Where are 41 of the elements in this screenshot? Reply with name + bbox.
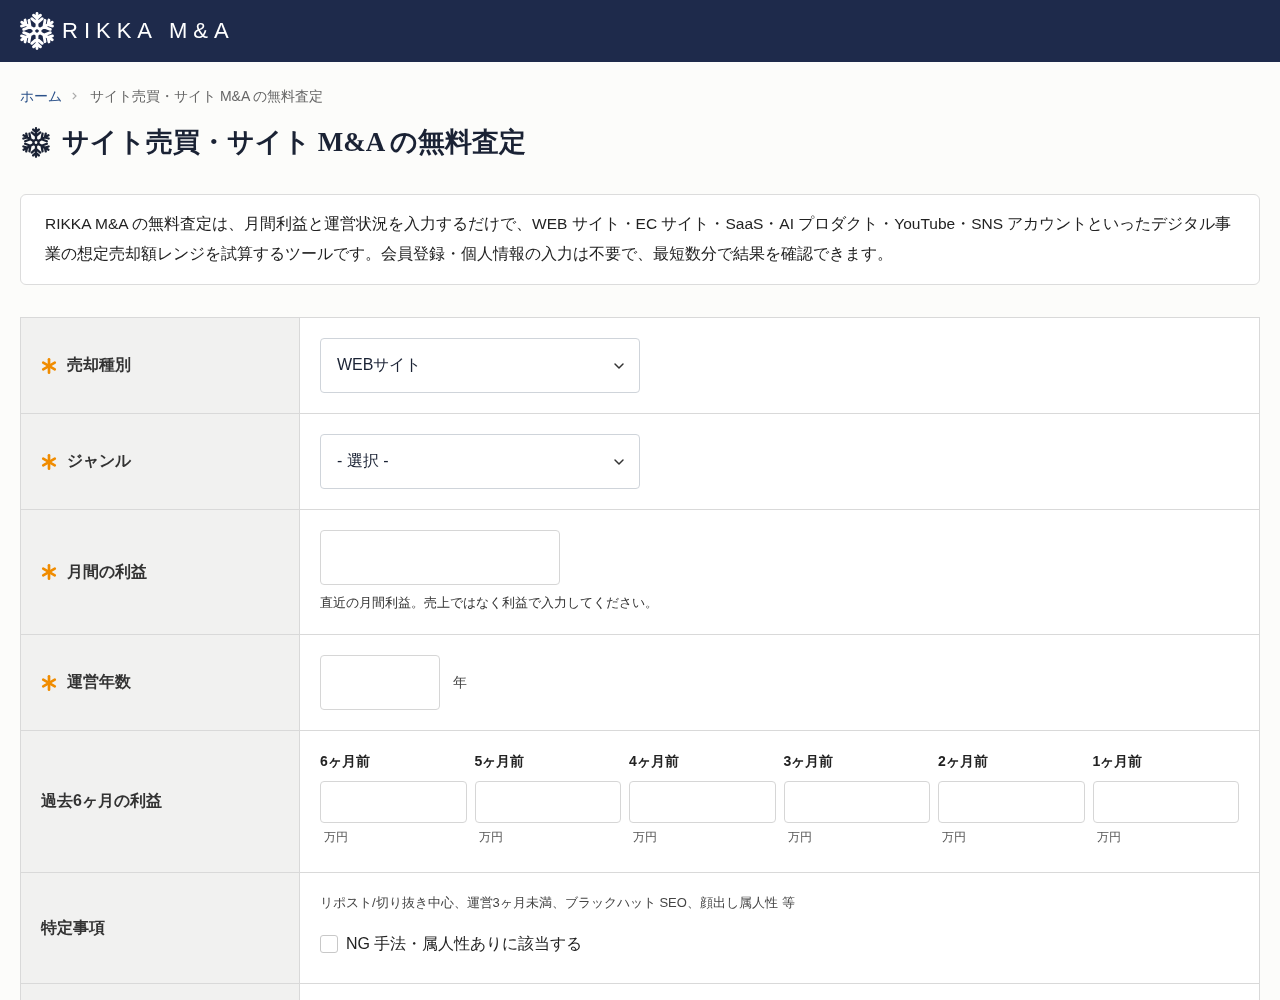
unit-text: 年 — [453, 673, 467, 692]
unit-text: 万円 — [633, 829, 657, 845]
input-field[interactable] — [320, 781, 467, 823]
input-field[interactable] — [783, 781, 930, 823]
breadcrumb-link[interactable]: ホーム — [20, 86, 62, 106]
input-field[interactable] — [474, 781, 621, 823]
page-title: サイト売買・サイト M&A の無料査定 — [62, 126, 527, 159]
select-dropdown[interactable]: - 選択 - — [320, 434, 640, 489]
month-label: 6ヶ月前 — [320, 752, 370, 771]
intro-text: RIKKA M&A の無料査定は、月間利益と運営状況を入力するだけで、WEB サイト・EC サイト・SaaS・AI プロダクト・YouTube・SNS アカウントといったデジタル事業の想定売却額レンジを試算するツールです。会員登録・個人情報の入力は不要で、最短数分で結果を確認できます。 — [20, 194, 1260, 285]
unit-text: 万円 — [324, 829, 348, 845]
month-label: 5ヶ月前 — [474, 752, 525, 771]
month-label: 3ヶ月前 — [783, 752, 834, 771]
month-label: 2ヶ月前 — [938, 752, 988, 771]
field-label: 売却種別 — [67, 355, 131, 375]
select-dropdown[interactable]: WEBサイト — [320, 338, 640, 393]
input-field[interactable] — [938, 781, 1085, 823]
breadcrumb-current-page: サイト売買・サイト M&A の無料査定 — [90, 87, 324, 106]
snowflake-icon — [22, 126, 50, 158]
input-field[interactable] — [320, 655, 440, 710]
logo-text[interactable]: RIKKA M&A — [62, 18, 235, 44]
input-field[interactable] — [320, 530, 560, 585]
field-label: 運営年数 — [67, 672, 131, 692]
unit-text: 万円 — [942, 829, 966, 845]
month-label: 1ヶ月前 — [1092, 752, 1143, 771]
unit-text: 万円 — [478, 829, 503, 845]
input-field[interactable] — [629, 781, 776, 823]
unit-text: 万円 — [787, 829, 812, 845]
field-label: ジャンル — [67, 451, 131, 471]
month-label: 4ヶ月前 — [629, 752, 679, 771]
snowflake-logo-icon — [20, 12, 54, 50]
field-label: 過去6ヶ月の利益 — [41, 791, 162, 811]
field-label: 月間の利益 — [67, 561, 147, 582]
checkbox[interactable] — [320, 935, 338, 953]
chevron-right-icon — [72, 92, 77, 100]
help-text: 直近の月間利益。売上ではなく利益で入力してください。 — [320, 594, 658, 611]
unit-text: 万円 — [1096, 829, 1121, 845]
field-label: 特定事項 — [41, 917, 105, 938]
note-text: リポスト/切り抜き中心、運営3ヶ月未満、ブラックハット SEO、顔出し属人性 等 — [320, 894, 795, 912]
input-field[interactable] — [1092, 781, 1239, 823]
checkbox-label[interactable]: NG 手法・属人性ありに該当する — [346, 933, 583, 955]
